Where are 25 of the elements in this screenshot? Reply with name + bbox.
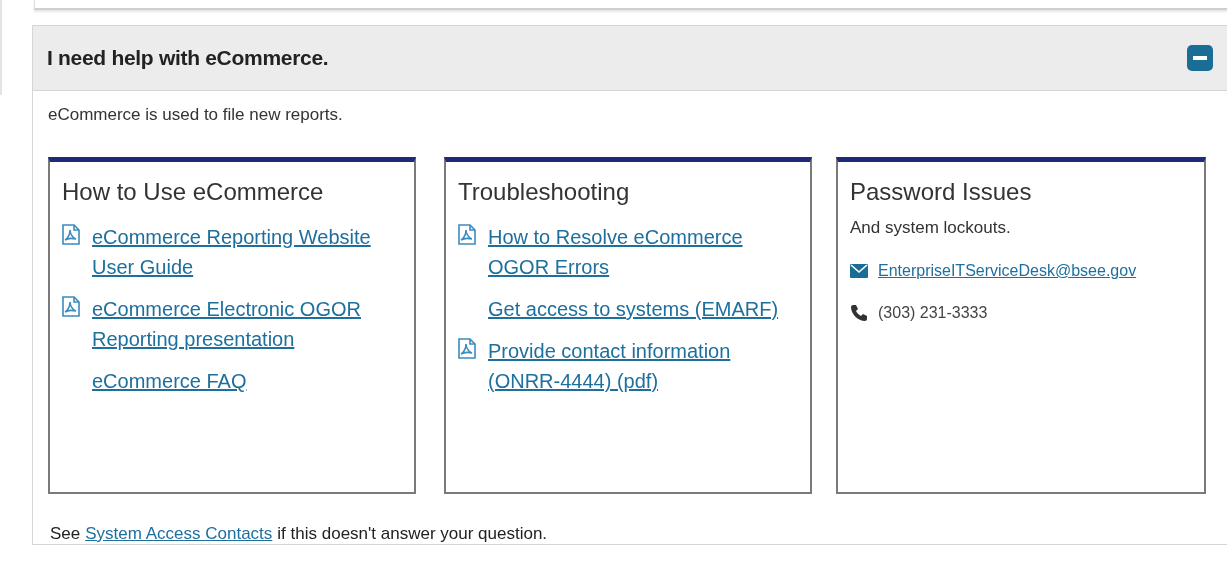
pdf-link[interactable]: How to Resolve eCommerce OGOR Errors xyxy=(488,222,798,282)
intro-text: eCommerce is used to file new reports. xyxy=(48,105,344,125)
accordion-title: I need help with eCommerce. xyxy=(47,46,329,70)
contacts-link[interactable]: System Access Contacts xyxy=(85,524,273,544)
link[interactable]: eCommerce FAQ xyxy=(92,366,247,396)
pdf-file-icon xyxy=(62,224,80,245)
card-title: How to Use eCommerce xyxy=(62,178,325,206)
footer-text: if this doesn't answer your question. xyxy=(277,524,548,544)
collapse-button[interactable] xyxy=(1187,45,1213,71)
pdf-file-icon xyxy=(62,296,80,317)
footer-text: See xyxy=(50,524,81,544)
phone-icon xyxy=(850,304,868,322)
link[interactable]: Get access to systems (EMARF) xyxy=(488,294,779,324)
card-text: And system lockouts. xyxy=(850,218,1012,238)
card-title: Password Issues xyxy=(850,178,1033,206)
pdf-link[interactable]: eCommerce Electronic OGOR Reporting presentation xyxy=(92,294,402,354)
envelope-icon xyxy=(850,264,868,278)
phone-number: (303) 231-3333 xyxy=(878,304,988,322)
pdf-link[interactable]: eCommerce Reporting Website User Guide xyxy=(92,222,402,282)
pdf-link[interactable]: Provide contact information (ONRR-4444) (pdf) xyxy=(488,336,798,396)
card-title: Troubleshooting xyxy=(458,178,631,206)
pdf-file-icon xyxy=(458,224,476,245)
pdf-file-icon xyxy=(458,338,476,359)
email-link[interactable]: EnterpriseITServiceDesk@bsee.gov xyxy=(878,256,1137,286)
accordion-header[interactable]: I need help with eCommerce. xyxy=(33,26,1227,91)
